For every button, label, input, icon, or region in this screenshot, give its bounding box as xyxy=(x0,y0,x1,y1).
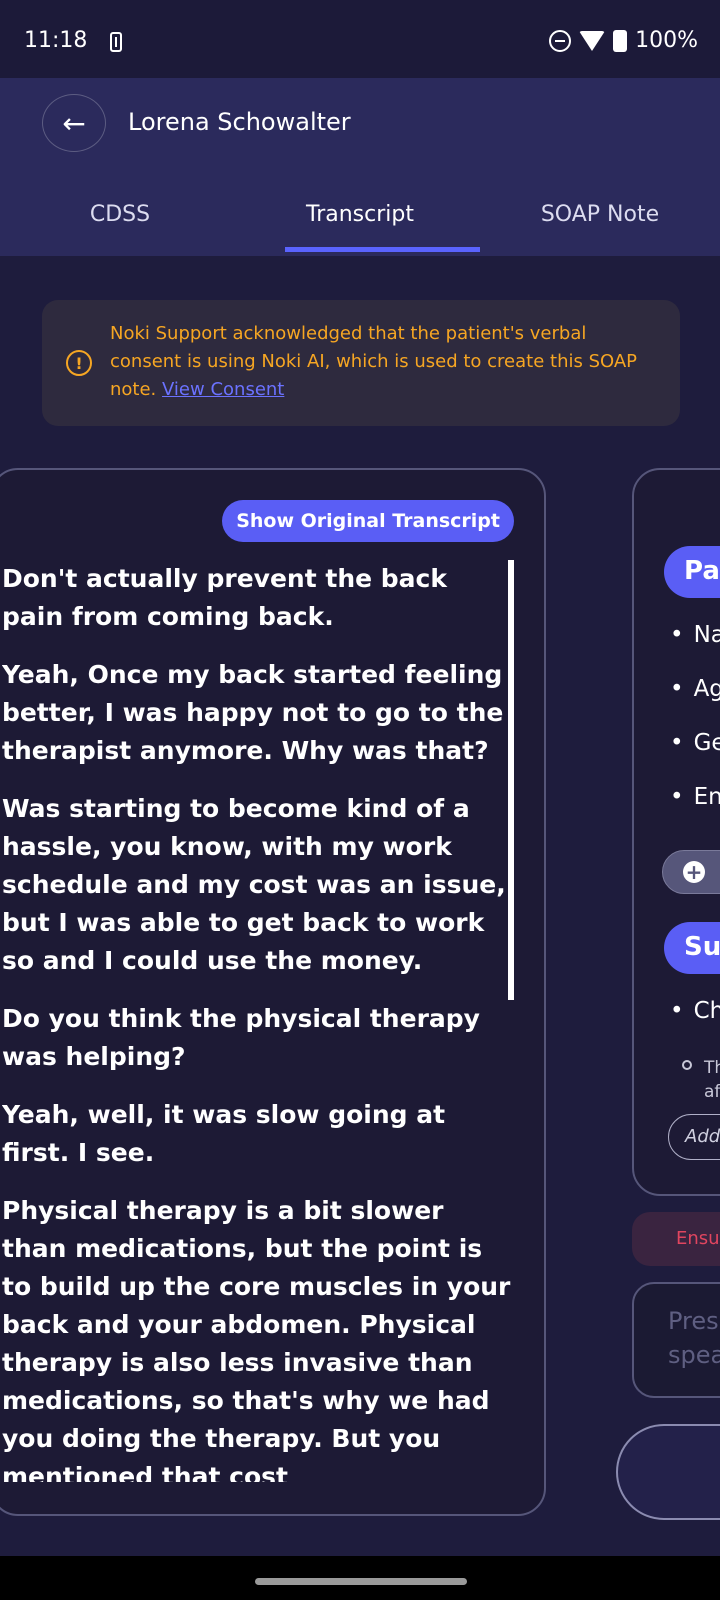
view-consent-link[interactable]: View Consent xyxy=(162,379,284,400)
sub-bullet-marker xyxy=(682,1060,692,1070)
patient-bullet: Enc xyxy=(670,784,720,810)
status-bar: 11:18 100% xyxy=(0,0,720,78)
transcript-paragraph: Yeah, well, it was slow going at first. … xyxy=(2,1100,446,1167)
patient-name: Lorena Schowalter xyxy=(128,108,351,136)
transcript-paragraph: Was starting to become kind of a hassle,… xyxy=(2,794,506,975)
transcript-card: Show Original Transcript Don't actually … xyxy=(0,468,546,1516)
tab-transcript[interactable]: Transcript xyxy=(240,172,480,256)
speak-placeholder-2: spea xyxy=(668,1341,720,1369)
plus-icon: + xyxy=(683,861,705,883)
patient-bullet: Ag xyxy=(670,676,720,702)
battery-saver-icon xyxy=(110,32,122,52)
tab-cdss[interactable]: CDSS xyxy=(0,172,240,256)
battery-percent: 100% xyxy=(635,28,698,53)
transcript-paragraph: Physical therapy is a bit slower than me… xyxy=(2,1196,511,1482)
add-item-button[interactable]: + xyxy=(662,850,720,894)
home-gesture-handle[interactable] xyxy=(255,1578,467,1585)
subjective-bullet: Ch xyxy=(670,998,720,1024)
wifi-icon xyxy=(579,30,606,51)
record-button[interactable] xyxy=(616,1424,720,1520)
show-original-transcript-button[interactable]: Show Original Transcript xyxy=(222,500,514,542)
status-time: 11:18 xyxy=(24,28,88,53)
transcript-paragraph: Don't actually prevent the back pain fro… xyxy=(2,564,447,631)
info-warning-icon: ! xyxy=(66,350,92,376)
tab-soap-note[interactable]: SOAP Note xyxy=(480,172,720,256)
section-patient-tag: Pat xyxy=(664,546,720,598)
back-button[interactable]: ← xyxy=(42,94,106,152)
patient-bullet: Na xyxy=(670,622,720,648)
arrow-left-icon: ← xyxy=(62,106,86,140)
patient-bullet: Ge xyxy=(670,730,720,756)
transcript-body[interactable]: Don't actually prevent the back pain fro… xyxy=(2,560,512,1482)
speak-placeholder-1: Pres xyxy=(668,1307,719,1335)
scrollbar[interactable] xyxy=(508,560,514,1000)
transcript-paragraph: Do you think the physical therapy was he… xyxy=(2,1004,480,1071)
speak-input[interactable]: Pres spea xyxy=(632,1282,720,1398)
section-subjective-tag: Sub xyxy=(664,922,720,974)
soap-preview-card: Pat Na Ag Ge Enc + Sub Ch Th af Add xyxy=(632,468,720,1196)
status-icons: 100% xyxy=(549,28,698,53)
do-not-disturb-icon xyxy=(549,29,572,52)
transcript-paragraph: Yeah, Once my back started feeling bette… xyxy=(2,660,504,765)
sub-bullet-text: Th xyxy=(704,1058,720,1078)
battery-icon xyxy=(613,29,628,52)
add-input[interactable]: Add xyxy=(668,1114,720,1160)
sub-bullet-text: af xyxy=(704,1082,720,1102)
consent-notice: ! Noki Support acknowledged that the pat… xyxy=(42,300,680,426)
tab-bar: CDSS Transcript SOAP Note xyxy=(0,172,720,256)
consent-text: Noki Support acknowledged that the patie… xyxy=(110,320,650,404)
ensure-warning-pill: Ensu xyxy=(632,1212,720,1266)
app-header: ← Lorena Schowalter CDSS Transcript SOAP… xyxy=(0,78,720,256)
